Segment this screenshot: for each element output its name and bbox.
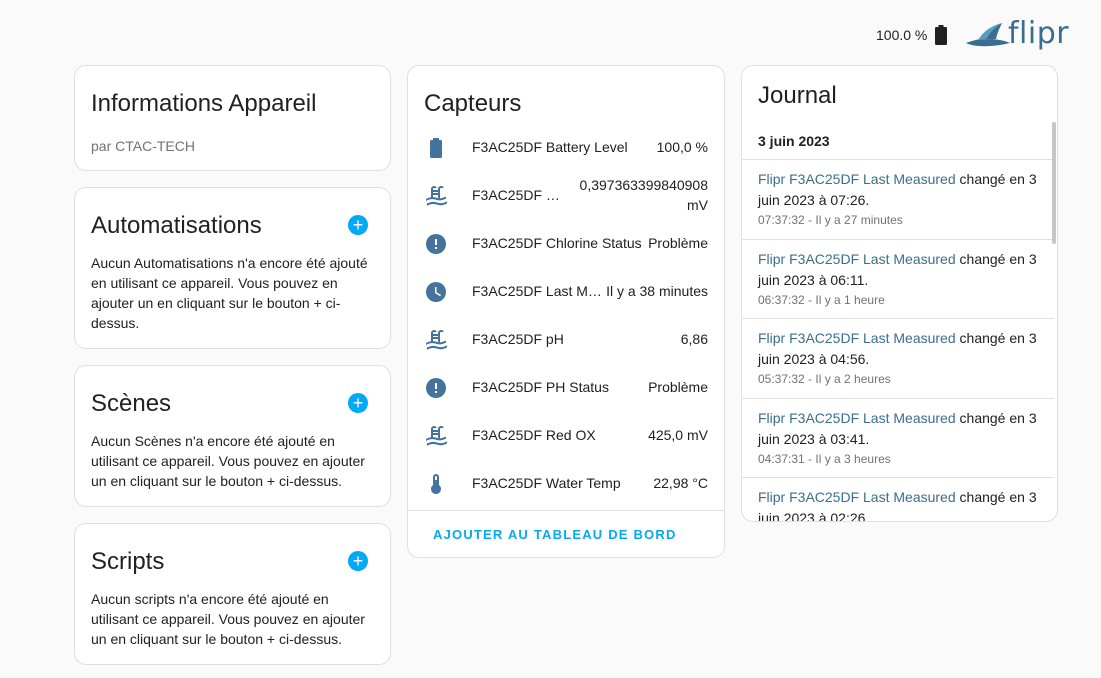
sensor-name: F3AC25DF Battery Level (472, 139, 628, 155)
add-scene-button[interactable]: + (348, 393, 368, 413)
journal-entry: Flipr F3AC25DF Last Measured changé en 3… (742, 238, 1054, 319)
alert-circle-icon (426, 234, 446, 254)
entity-link[interactable]: Flipr F3AC25DF Last Measured (758, 410, 956, 426)
sensor-row[interactable]: F3AC25DF Chlorine Status Problème (408, 220, 724, 268)
sensor-row[interactable]: F3AC25DF Red OX 425,0 mV (408, 412, 724, 460)
battery-percentage: 100.0 % (876, 27, 928, 43)
automations-card: Automatisations + Aucun Automatisations … (74, 187, 391, 349)
sensors-card: Capteurs F3AC25DF Battery Level 100,0 % … (407, 65, 725, 558)
sensor-value: Problème (648, 235, 708, 251)
plus-icon: + (352, 551, 364, 571)
journal-entry-text: Flipr F3AC25DF Last Measured changé en 3… (758, 169, 1038, 211)
entity-link[interactable]: Flipr F3AC25DF Last Measured (758, 489, 956, 505)
divider (408, 510, 724, 511)
add-script-button[interactable]: + (348, 551, 368, 571)
pool-icon (426, 186, 447, 206)
journal-entry: Flipr F3AC25DF Last Measured changé en 3… (742, 397, 1054, 478)
journal-title: Journal (758, 82, 837, 109)
journal-entry: Flipr F3AC25DF Last Measured changé en 3… (742, 318, 1054, 398)
plus-icon: + (352, 215, 364, 235)
add-to-dashboard-button[interactable]: AJOUTER AU TABLEAU DE BORD (433, 527, 677, 542)
sensor-name: F3AC25DF … (472, 187, 560, 203)
sensor-value: 425,0 mV (648, 427, 708, 443)
device-info-card: Informations Appareil par CTAC-TECH (74, 65, 391, 171)
sensor-name: F3AC25DF Red OX (472, 427, 596, 443)
sensor-name: F3AC25DF pH (472, 331, 564, 347)
scenes-title: Scènes (91, 390, 172, 417)
scripts-description: Aucun scripts n'a encore été ajouté en u… (91, 591, 365, 647)
journal-entry-text: Flipr F3AC25DF Last Measured changé en 3… (758, 328, 1038, 370)
sensor-name: F3AC25DF Chlorine Status (472, 235, 642, 251)
logo-text: flipr (1008, 16, 1070, 51)
entity-link[interactable]: Flipr F3AC25DF Last Measured (758, 330, 956, 346)
battery-icon (935, 25, 948, 45)
sensor-row[interactable]: F3AC25DF … 0,397363399840908 mV (408, 172, 724, 220)
journal-time: 05:37:32 - Il y a 2 heures (758, 372, 891, 386)
sensor-value: Problème (648, 379, 708, 395)
alert-circle-icon (426, 378, 446, 398)
sensor-row[interactable]: F3AC25DF Last M… Il y a 38 minutes (408, 268, 724, 316)
automations-description: Aucun Automatisations n'a encore été ajo… (91, 255, 368, 331)
battery-icon (430, 138, 442, 158)
sensor-value: 22,98 °C (653, 475, 708, 491)
manufacturer-text: par CTAC-TECH (91, 138, 195, 154)
journal-entry-text: Flipr F3AC25DF Last Measured changé en 3… (758, 249, 1038, 291)
scripts-card: Scripts + Aucun scripts n'a encore été a… (74, 523, 391, 665)
sensor-name: F3AC25DF PH Status (472, 379, 609, 395)
sensor-name: F3AC25DF Last M… (472, 283, 602, 299)
journal-time: 07:37:32 - Il y a 27 minutes (758, 213, 903, 227)
add-automation-button[interactable]: + (348, 215, 368, 235)
entity-link[interactable]: Flipr F3AC25DF Last Measured (758, 171, 956, 187)
flipr-logo: flipr (964, 16, 1069, 51)
journal-entry-text: Flipr F3AC25DF Last Measured changé en 3… (758, 487, 1038, 521)
clock-icon (426, 282, 446, 302)
sensor-value: 6,86 (680, 331, 708, 347)
plus-icon: + (352, 393, 364, 413)
journal-date: 3 juin 2023 (758, 133, 830, 149)
pool-icon (426, 330, 447, 350)
shark-fin-icon (966, 22, 1010, 46)
sensor-row[interactable]: F3AC25DF Water Temp 22,98 °C (408, 460, 724, 508)
journal-card: Journal 3 juin 2023 Flipr F3AC25DF Last … (741, 65, 1058, 522)
scenes-card: Scènes + Aucun Scènes n'a encore été ajo… (74, 365, 391, 507)
sensor-row[interactable]: F3AC25DF pH 6,86 (408, 316, 724, 364)
journal-list: Flipr F3AC25DF Last Measured changé en 3… (742, 159, 1054, 521)
journal-entry: Flipr F3AC25DF Last Measured changé en 3… (742, 159, 1054, 239)
journal-entry: Flipr F3AC25DF Last Measured changé en 3… (742, 477, 1054, 521)
journal-time: 06:37:32 - Il y a 1 heure (758, 292, 885, 307)
sensors-title: Capteurs (424, 90, 522, 117)
pool-icon (426, 426, 447, 446)
top-bar: 100.0 % flipr (0, 0, 1101, 66)
device-info-title: Informations Appareil (91, 90, 317, 117)
sensor-row[interactable]: F3AC25DF Battery Level 100,0 % (408, 124, 724, 172)
sensor-value: 100,0 % (656, 139, 708, 155)
sensor-list: F3AC25DF Battery Level 100,0 % F3AC25DF … (408, 124, 724, 508)
journal-scrollbar[interactable] (1052, 122, 1056, 244)
journal-entry-text: Flipr F3AC25DF Last Measured changé en 3… (758, 408, 1038, 450)
sensor-value: Il y a 38 minutes (606, 283, 708, 299)
scenes-description: Aucun Scènes n'a encore été ajouté en ut… (91, 433, 365, 489)
sensor-row[interactable]: F3AC25DF PH Status Problème (408, 364, 724, 412)
sensor-name: F3AC25DF Water Temp (472, 475, 621, 491)
entity-link[interactable]: Flipr F3AC25DF Last Measured (758, 251, 956, 267)
thermometer-icon (431, 474, 441, 494)
journal-time: 04:37:31 - Il y a 3 heures (758, 451, 891, 466)
battery-status: 100.0 % (876, 25, 948, 45)
automations-title: Automatisations (91, 212, 262, 239)
sensor-value: 0,397363399840908 mV (579, 177, 708, 213)
scripts-title: Scripts (91, 548, 165, 575)
